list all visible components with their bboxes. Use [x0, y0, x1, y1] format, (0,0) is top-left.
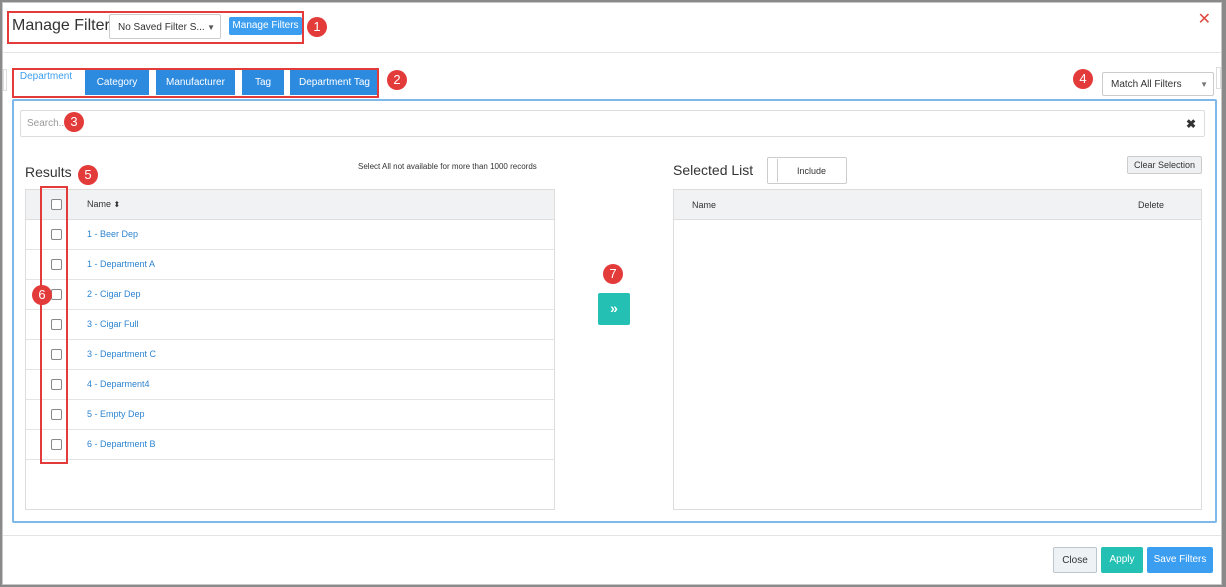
scroll-edge-right	[1216, 67, 1221, 89]
callout-badge-6: 6	[32, 285, 52, 305]
footer-divider	[3, 535, 1221, 536]
include-toggle[interactable]: Include	[767, 157, 847, 184]
results-table: Name ⬍ 1 - Beer Dep 1 - Department A 2 -…	[25, 189, 555, 510]
table-row: 3 - Cigar Full	[26, 310, 554, 340]
result-link[interactable]: 5 - Empty Dep	[87, 409, 145, 419]
close-button[interactable]: Close	[1053, 547, 1097, 573]
move-to-selected-button[interactable]: »	[598, 293, 630, 325]
table-row: 3 - Department C	[26, 340, 554, 370]
match-filters-value: Match All Filters	[1111, 79, 1182, 90]
match-filters-select[interactable]: Match All Filters ▼	[1102, 72, 1214, 96]
sort-icon: ⬍	[113, 200, 121, 209]
search-input[interactable]	[21, 111, 1161, 135]
select-all-note: Select All not available for more than 1…	[358, 162, 537, 171]
selected-list-heading: Selected List	[673, 162, 754, 178]
result-link[interactable]: 3 - Department C	[87, 349, 156, 359]
callout-badge-4: 4	[1073, 69, 1093, 89]
selected-table: Name Delete	[673, 189, 1202, 510]
callout-box-1	[7, 11, 304, 44]
name-column-header[interactable]: Name ⬍	[87, 199, 120, 209]
results-table-header: Name ⬍	[26, 190, 554, 220]
clear-selection-button[interactable]: Clear Selection	[1127, 156, 1202, 174]
scroll-edge-left	[3, 69, 7, 91]
callout-badge-5: 5	[78, 165, 98, 185]
result-link[interactable]: 1 - Department A	[87, 259, 155, 269]
table-row: 1 - Beer Dep	[26, 220, 554, 250]
table-row: 6 - Department B	[26, 430, 554, 460]
selected-table-header: Name Delete	[674, 190, 1201, 220]
delete-column-header: Delete	[1137, 200, 1164, 210]
callout-box-6	[40, 186, 68, 464]
result-link[interactable]: 1 - Beer Dep	[87, 229, 138, 239]
clear-search-icon[interactable]: ✖	[1186, 117, 1196, 131]
toggle-knob	[770, 159, 778, 182]
callout-box-2	[12, 68, 379, 98]
table-row: 5 - Empty Dep	[26, 400, 554, 430]
close-icon[interactable]: ✕	[1198, 12, 1211, 28]
results-heading: Results	[25, 164, 72, 180]
apply-button[interactable]: Apply	[1101, 547, 1143, 573]
callout-badge-3: 3	[64, 112, 84, 132]
table-row: 2 - Cigar Dep	[26, 280, 554, 310]
table-row: 4 - Deparment4	[26, 370, 554, 400]
table-row: 1 - Department A	[26, 250, 554, 280]
result-link[interactable]: 3 - Cigar Full	[87, 319, 139, 329]
chevron-down-icon: ▼	[1200, 80, 1208, 89]
callout-badge-2: 2	[387, 70, 407, 90]
include-label: Include	[797, 166, 827, 176]
callout-badge-7: 7	[603, 264, 623, 284]
search-box: ✖	[20, 110, 1205, 137]
result-link[interactable]: 2 - Cigar Dep	[87, 289, 141, 299]
selected-name-header: Name	[692, 200, 717, 210]
result-link[interactable]: 4 - Deparment4	[87, 379, 150, 389]
result-link[interactable]: 6 - Department B	[87, 439, 156, 449]
callout-badge-1: 1	[307, 17, 327, 37]
save-filters-button[interactable]: Save Filters	[1147, 547, 1213, 573]
